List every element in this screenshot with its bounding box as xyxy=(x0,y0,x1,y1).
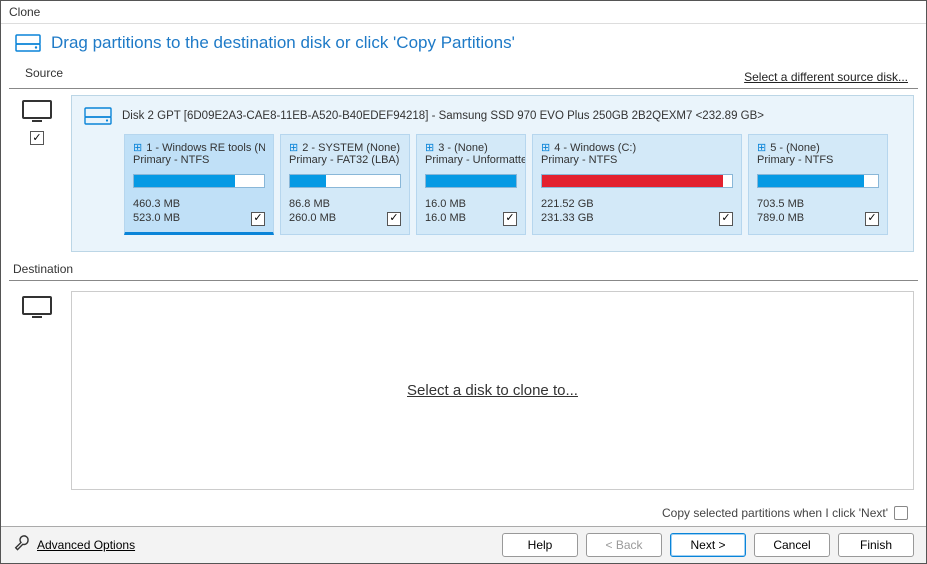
partition-title-row: ⊞ 5 - (None) xyxy=(757,141,879,154)
partition-type: Primary - NTFS xyxy=(133,154,265,166)
cancel-button[interactable]: Cancel xyxy=(754,533,830,557)
partition-total: 789.0 MB xyxy=(757,212,804,226)
next-button[interactable]: Next > xyxy=(670,533,746,557)
usage-bar xyxy=(425,174,517,188)
partition-title-row: ⊞ 2 - SYSTEM (None) xyxy=(289,141,401,154)
partition-card[interactable]: ⊞ 1 - Windows RE tools (None)Primary - NT… xyxy=(124,134,274,235)
partition-title-row: ⊞ 1 - Windows RE tools (None) xyxy=(133,141,265,154)
partition-sizes: 221.52 GB231.33 GB xyxy=(541,198,594,226)
advanced-options-label: Advanced Options xyxy=(37,538,135,552)
partition-title: 2 - SYSTEM (None) xyxy=(302,142,400,154)
destination-side-column xyxy=(13,291,61,491)
source-label: Source xyxy=(13,62,75,84)
partition-used: 86.8 MB xyxy=(289,198,336,212)
advanced-options-link[interactable]: Advanced Options xyxy=(13,535,135,556)
partition-title: 4 - Windows (C:) xyxy=(554,142,636,154)
windows-icon: ⊞ xyxy=(425,141,434,154)
partition-title: 1 - Windows RE tools (None) xyxy=(146,142,265,154)
usage-fill xyxy=(542,175,723,187)
destination-section: Select a disk to clone to... xyxy=(1,281,926,501)
partition-footer: 16.0 MB16.0 MB ✓ xyxy=(425,198,517,226)
select-destination-link[interactable]: Select a disk to clone to... xyxy=(407,382,578,399)
usage-bar xyxy=(289,174,401,188)
partition-type: Primary - NTFS xyxy=(757,154,879,166)
partition-title: 5 - (None) xyxy=(770,142,820,154)
usage-bar xyxy=(757,174,879,188)
copy-option-row: Copy selected partitions when I click 'N… xyxy=(1,500,926,526)
source-section: ✓ Disk 2 GPT [6D09E2A3-CAE8-11EB-A520-B4… xyxy=(1,89,926,258)
partition-title-row: ⊞ 4 - Windows (C:) xyxy=(541,141,733,154)
windows-icon: ⊞ xyxy=(289,141,298,154)
partition-sizes: 86.8 MB260.0 MB xyxy=(289,198,336,226)
partition-card[interactable]: ⊞ 2 - SYSTEM (None)Primary - FAT32 (LBA) 8… xyxy=(280,134,410,235)
partition-checkbox[interactable]: ✓ xyxy=(251,212,265,226)
partition-card[interactable]: ⊞ 4 - Windows (C:)Primary - NTFS 221.52 GB… xyxy=(532,134,742,235)
usage-bar xyxy=(541,174,733,188)
monitor-icon xyxy=(21,295,53,321)
partition-used: 16.0 MB xyxy=(425,198,466,212)
back-button[interactable]: < Back xyxy=(586,533,662,557)
copy-option-checkbox[interactable] xyxy=(894,506,908,520)
instruction-text: Drag partitions to the destination disk … xyxy=(51,33,515,53)
partition-total: 523.0 MB xyxy=(133,212,180,226)
usage-fill xyxy=(134,175,235,187)
partition-footer: 86.8 MB260.0 MB ✓ xyxy=(289,198,401,226)
destination-disk-box[interactable]: Select a disk to clone to... xyxy=(71,291,914,491)
source-disk-box: Disk 2 GPT [6D09E2A3-CAE8-11EB-A520-B40E… xyxy=(71,95,914,252)
partition-checkbox[interactable]: ✓ xyxy=(387,212,401,226)
partition-type: Primary - NTFS xyxy=(541,154,733,166)
windows-icon: ⊞ xyxy=(757,141,766,154)
partition-title-row: ⊞ 3 - (None) xyxy=(425,141,517,154)
partition-footer: 703.5 MB789.0 MB ✓ xyxy=(757,198,879,226)
partition-used: 221.52 GB xyxy=(541,198,594,212)
help-button[interactable]: Help xyxy=(502,533,578,557)
instruction-row: Drag partitions to the destination disk … xyxy=(1,24,926,62)
partition-total: 16.0 MB xyxy=(425,212,466,226)
partition-checkbox[interactable]: ✓ xyxy=(865,212,879,226)
partition-used: 703.5 MB xyxy=(757,198,804,212)
wrench-icon xyxy=(13,535,31,556)
partition-checkbox[interactable]: ✓ xyxy=(719,212,733,226)
partition-total: 260.0 MB xyxy=(289,212,336,226)
partition-type: Primary - FAT32 (LBA) xyxy=(289,154,401,166)
source-header: Source Select a different source disk... xyxy=(1,62,926,88)
partitions-row: ⊞1 - Windows RE tools (None)Primary - NT… xyxy=(124,134,901,235)
select-different-source-link[interactable]: Select a different source disk... xyxy=(744,70,908,84)
disk-icon xyxy=(84,106,112,126)
monitor-icon xyxy=(21,99,53,125)
destination-label: Destination xyxy=(1,258,926,280)
window-title: Clone xyxy=(1,1,926,24)
disk-icon xyxy=(15,32,41,54)
partition-footer: 221.52 GB231.33 GB ✓ xyxy=(541,198,733,226)
partition-card[interactable]: ⊞ 3 - (None)Primary - Unformatted 16.0 MB1… xyxy=(416,134,526,235)
partition-total: 231.33 GB xyxy=(541,212,594,226)
partition-checkbox[interactable]: ✓ xyxy=(503,212,517,226)
partition-footer: 460.3 MB523.0 MB ✓ xyxy=(133,198,265,226)
finish-button[interactable]: Finish xyxy=(838,533,914,557)
windows-icon: ⊞ xyxy=(133,141,142,154)
windows-icon: ⊞ xyxy=(541,141,550,154)
copy-option-label: Copy selected partitions when I click 'N… xyxy=(662,506,888,520)
partition-title: 3 - (None) xyxy=(438,142,488,154)
partition-sizes: 16.0 MB16.0 MB xyxy=(425,198,466,226)
disk-description: Disk 2 GPT [6D09E2A3-CAE8-11EB-A520-B40E… xyxy=(122,110,764,122)
usage-fill xyxy=(290,175,326,187)
partition-card[interactable]: ⊞ 5 - (None)Primary - NTFS 703.5 MB789.0 M… xyxy=(748,134,888,235)
partition-used: 460.3 MB xyxy=(133,198,180,212)
usage-fill xyxy=(426,175,516,187)
usage-bar xyxy=(133,174,265,188)
disk-header: Disk 2 GPT [6D09E2A3-CAE8-11EB-A520-B40E… xyxy=(84,106,901,126)
source-side-column: ✓ xyxy=(13,95,61,252)
partition-type: Primary - Unformatted xyxy=(425,154,517,166)
partition-sizes: 460.3 MB523.0 MB xyxy=(133,198,180,226)
source-disk-checkbox[interactable]: ✓ xyxy=(30,131,44,145)
footer-bar: Advanced Options Help < Back Next > Canc… xyxy=(1,526,926,563)
partition-sizes: 703.5 MB789.0 MB xyxy=(757,198,804,226)
usage-fill xyxy=(758,175,864,187)
